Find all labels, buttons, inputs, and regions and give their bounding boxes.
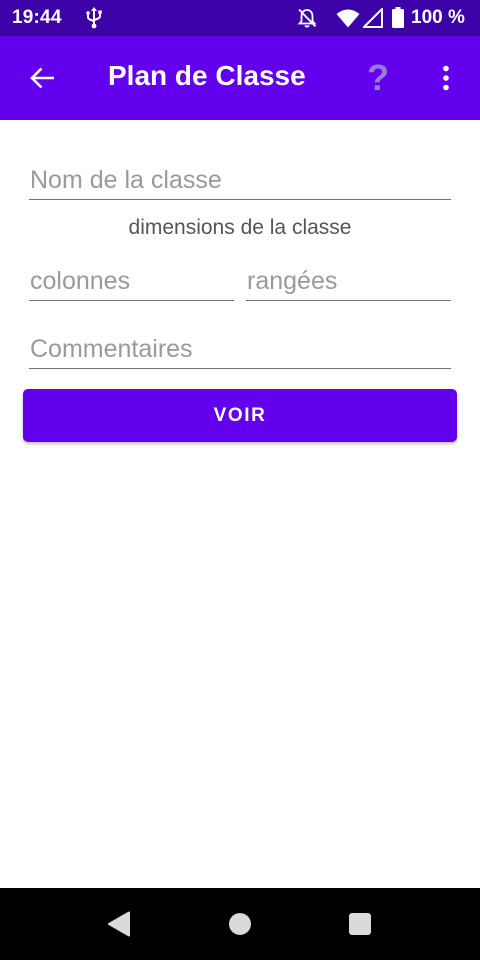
battery-percentage: 100 % <box>411 7 465 28</box>
page-title: Plan de Classe <box>108 60 306 91</box>
arrow-left-icon <box>30 67 54 89</box>
help-button[interactable]: ? <box>358 56 398 100</box>
rows-field <box>246 258 452 301</box>
dimensions-label: dimensions de la classe <box>128 216 352 239</box>
signal-icon <box>361 6 383 28</box>
nav-back-icon[interactable] <box>107 911 131 937</box>
rows-input[interactable] <box>246 267 452 296</box>
voir-button-label: VOIR <box>213 404 267 426</box>
class-name-field <box>29 158 452 200</box>
usb-icon <box>84 7 104 29</box>
class-name-input[interactable] <box>29 166 452 195</box>
bell-off-icon <box>296 7 318 29</box>
columns-input[interactable] <box>29 267 235 296</box>
nav-home-icon[interactable] <box>229 913 251 935</box>
more-vert-icon <box>443 65 449 91</box>
help-icon: ? <box>367 57 389 98</box>
back-button[interactable] <box>20 56 64 100</box>
overflow-menu-button[interactable] <box>430 56 462 100</box>
nav-recents-icon[interactable] <box>349 913 371 935</box>
battery-icon <box>392 7 404 28</box>
wifi-icon <box>336 8 360 28</box>
voir-button[interactable]: VOIR <box>23 389 457 442</box>
status-bar: 19:44 100 % <box>0 0 480 36</box>
app-bar: Plan de Classe ? <box>0 36 480 120</box>
comments-field <box>29 326 452 369</box>
navigation-bar <box>0 888 480 960</box>
columns-field <box>29 258 235 301</box>
status-time: 19:44 <box>12 7 62 28</box>
comments-input[interactable] <box>29 335 452 364</box>
